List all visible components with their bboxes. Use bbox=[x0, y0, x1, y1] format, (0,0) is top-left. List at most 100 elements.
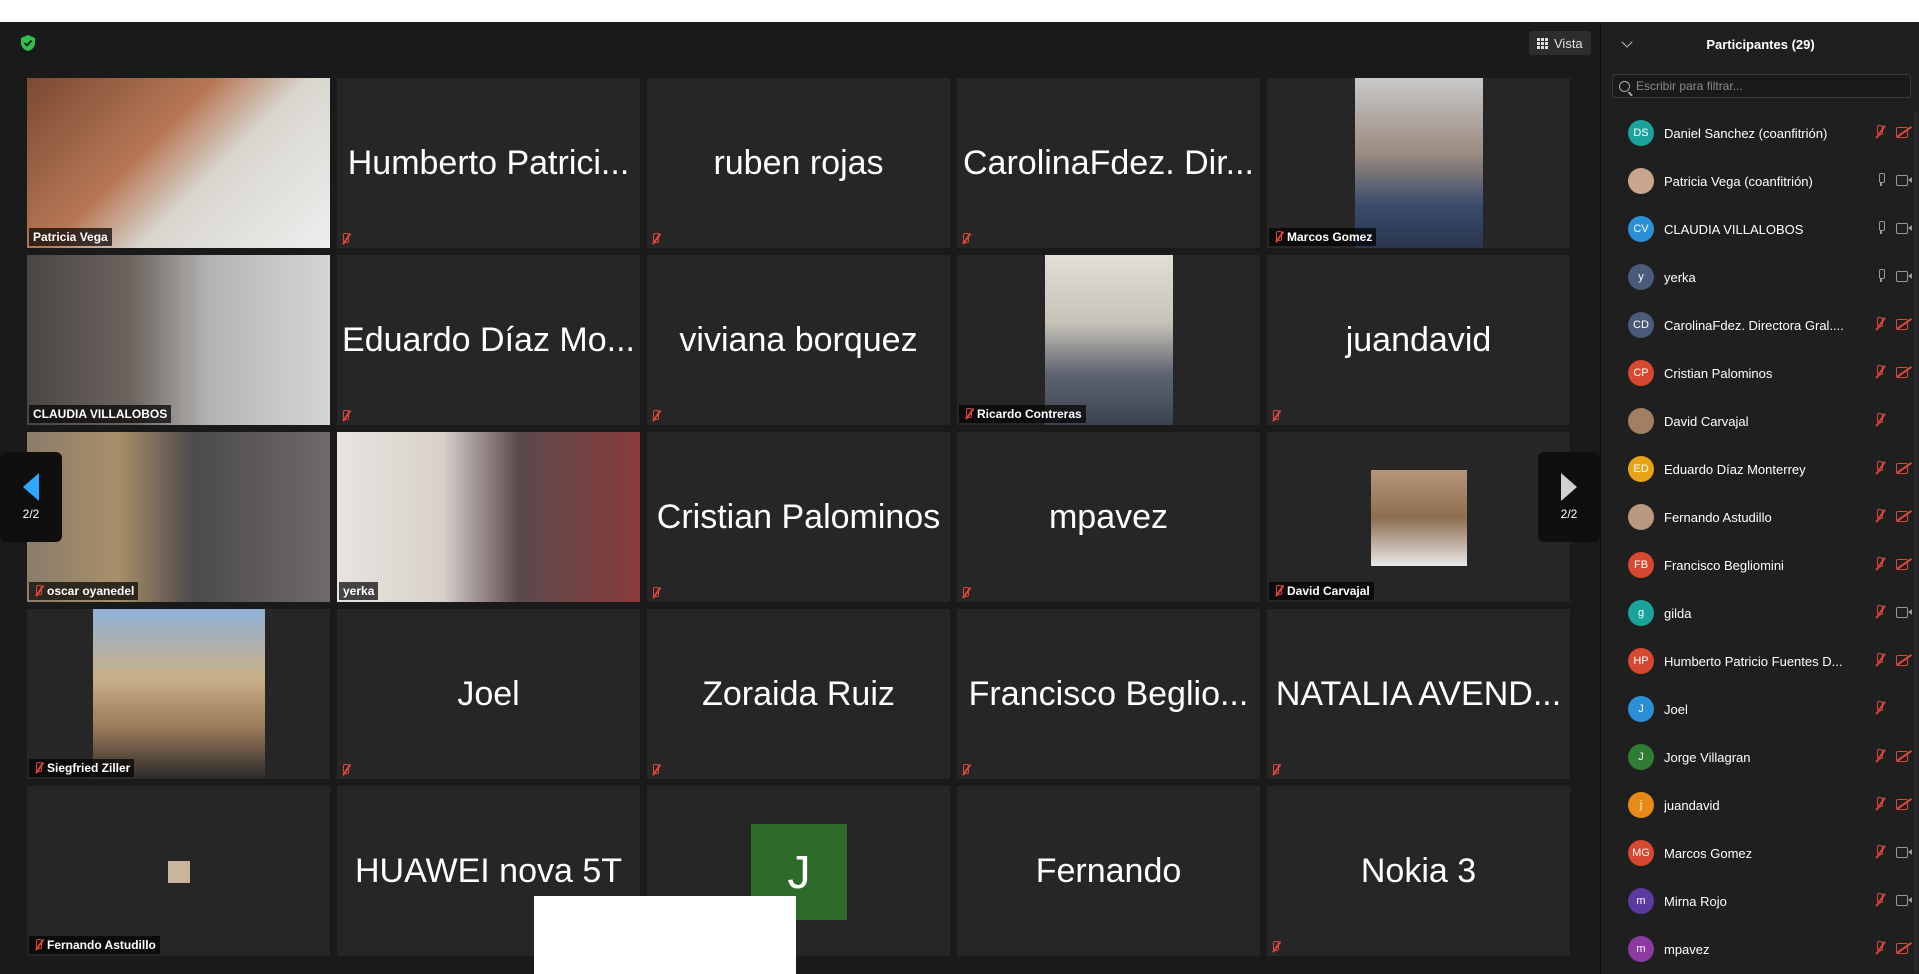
participant-tile[interactable]: David Carvajal bbox=[1267, 432, 1570, 602]
shield-icon[interactable] bbox=[20, 34, 36, 52]
participant-name: Fernando Astudillo bbox=[47, 938, 156, 952]
participant-tile[interactable]: Nokia 3 bbox=[1267, 786, 1570, 956]
participant-tile[interactable]: oscar oyanedel bbox=[27, 432, 330, 602]
participant-list-item[interactable]: y yerka bbox=[1601, 253, 1919, 301]
participant-list-item[interactable]: Fernando Astudillo bbox=[1601, 493, 1919, 541]
microphone-muted-icon bbox=[1874, 557, 1886, 570]
participant-tile[interactable]: viviana borquez bbox=[647, 255, 950, 425]
camera-off-icon bbox=[1896, 558, 1912, 570]
participant-list-item[interactable]: CD CarolinaFdez. Directora Gral.... bbox=[1601, 301, 1919, 349]
participant-list-item[interactable]: m mpavez bbox=[1601, 925, 1919, 973]
mic-muted-icon bbox=[1270, 941, 1280, 953]
participant-tile[interactable]: Joel bbox=[337, 609, 640, 779]
participant-tile[interactable]: Fernando Astudillo bbox=[27, 786, 330, 956]
video-gallery: Vista Patricia Vega Humberto Patrici... ru… bbox=[0, 22, 1600, 974]
participant-tile[interactable]: Siegfried Ziller bbox=[27, 609, 330, 779]
participant-display-name: Humberto Patrici... bbox=[347, 143, 630, 182]
participant-list-item[interactable]: g gilda bbox=[1601, 589, 1919, 637]
participant-tile[interactable]: Cristian Palominos bbox=[647, 432, 950, 602]
participant-avatar: CD bbox=[1628, 312, 1654, 338]
participant-tile[interactable]: Ricardo Contreras bbox=[957, 255, 1260, 425]
participant-list-item[interactable]: Patricia Vega (coanfitrión) bbox=[1601, 157, 1919, 205]
participant-tile[interactable]: Francisco Beglio... bbox=[957, 609, 1260, 779]
participant-tile[interactable]: Fernando bbox=[957, 786, 1260, 956]
mic-muted-icon bbox=[340, 764, 350, 776]
participant-list-item[interactable]: David Carvajal bbox=[1601, 397, 1919, 445]
participant-list-item[interactable]: CP Cristian Palominos bbox=[1601, 349, 1919, 397]
microphone-muted-icon bbox=[1874, 893, 1886, 906]
microphone-icon bbox=[1876, 173, 1886, 186]
previous-page-button[interactable]: 2/2 bbox=[0, 452, 62, 542]
participant-tile[interactable]: juandavid bbox=[1267, 255, 1570, 425]
participant-list-item[interactable]: J Jorge Villagran bbox=[1601, 733, 1919, 781]
participants-panel: Participantes (29) DS Daniel Sanchez (coa… bbox=[1600, 22, 1919, 974]
participant-tile[interactable]: mpavez bbox=[957, 432, 1260, 602]
filter-field[interactable] bbox=[1612, 74, 1911, 98]
participant-name: Ricardo Contreras bbox=[977, 407, 1082, 421]
participant-video bbox=[1371, 470, 1467, 566]
participant-avatar: MG bbox=[1628, 840, 1654, 866]
participant-tile[interactable]: Patricia Vega bbox=[27, 78, 330, 248]
participant-tile[interactable]: CLAUDIA VILLALOBOS bbox=[27, 255, 330, 425]
participant-avatar: HP bbox=[1628, 648, 1654, 674]
camera-off-icon bbox=[1896, 318, 1912, 330]
participant-tile[interactable]: yerka bbox=[337, 432, 640, 602]
participant-tile[interactable]: NATALIA AVEND... bbox=[1267, 609, 1570, 779]
participant-name-label: Patricia Vega bbox=[29, 228, 112, 246]
camera-off-icon bbox=[1896, 510, 1912, 522]
participant-display-name: juandavid bbox=[1345, 320, 1492, 359]
participant-list-name: CLAUDIA VILLALOBOS bbox=[1664, 221, 1804, 237]
participant-list-name: Daniel Sanchez (coanfitrión) bbox=[1664, 125, 1828, 141]
participant-list-name: Joel bbox=[1664, 701, 1688, 717]
participant-video bbox=[27, 255, 330, 425]
participant-tile[interactable]: Humberto Patrici... bbox=[337, 78, 640, 248]
participant-list-item[interactable]: DS Daniel Sanchez (coanfitrión) bbox=[1601, 109, 1919, 157]
camera-icon bbox=[1896, 606, 1912, 618]
view-button-label: Vista bbox=[1554, 35, 1583, 51]
view-button[interactable]: Vista bbox=[1529, 31, 1591, 55]
camera-off-icon bbox=[1896, 462, 1912, 474]
mic-muted-icon bbox=[960, 764, 970, 776]
mic-muted-icon bbox=[340, 410, 350, 422]
mic-muted-icon bbox=[650, 233, 660, 245]
mic-muted-icon bbox=[1273, 231, 1283, 243]
participant-list-item[interactable]: m Mirna Rojo bbox=[1601, 877, 1919, 925]
participant-avatar: j bbox=[1628, 792, 1654, 818]
microphone-muted-icon bbox=[1874, 749, 1886, 762]
filter-input[interactable] bbox=[1636, 79, 1896, 93]
camera-icon bbox=[1896, 846, 1912, 858]
participant-list-item[interactable]: ED Eduardo Díaz Monterrey bbox=[1601, 445, 1919, 493]
participant-display-name: ruben rojas bbox=[713, 143, 884, 182]
next-page-button[interactable]: 2/2 bbox=[1538, 452, 1600, 542]
page-indicator-right: 2/2 bbox=[1560, 507, 1578, 521]
participant-display-name: Cristian Palominos bbox=[656, 497, 941, 536]
camera-off-icon bbox=[1896, 126, 1912, 138]
participant-list-item[interactable]: MG Marcos Gomez bbox=[1601, 829, 1919, 877]
participant-name: David Carvajal bbox=[1287, 584, 1370, 598]
participant-list-item[interactable]: CV CLAUDIA VILLALOBOS bbox=[1601, 205, 1919, 253]
participant-tile[interactable]: CarolinaFdez. Dir... bbox=[957, 78, 1260, 248]
participant-list-item[interactable]: J Joel bbox=[1601, 685, 1919, 733]
participant-list-name: gilda bbox=[1664, 605, 1692, 621]
participant-video bbox=[93, 609, 265, 779]
participant-avatar bbox=[1628, 408, 1654, 434]
microphone-muted-icon bbox=[1874, 509, 1886, 522]
participant-tile[interactable]: Marcos Gomez bbox=[1267, 78, 1570, 248]
mic-muted-icon bbox=[650, 587, 660, 599]
participant-tile[interactable]: Eduardo Díaz Mo... bbox=[337, 255, 640, 425]
scrollbar[interactable] bbox=[1914, 112, 1918, 972]
participant-name: yerka bbox=[343, 584, 375, 598]
participant-name: CLAUDIA VILLALOBOS bbox=[33, 407, 168, 421]
participant-list-name: Eduardo Díaz Monterrey bbox=[1664, 461, 1806, 477]
participant-tile[interactable]: Zoraida Ruiz bbox=[647, 609, 950, 779]
participant-tile[interactable]: ruben rojas bbox=[647, 78, 950, 248]
participant-list-item[interactable]: j juandavid bbox=[1601, 781, 1919, 829]
camera-off-icon bbox=[1896, 654, 1912, 666]
participant-avatar: J bbox=[1628, 744, 1654, 770]
mic-muted-icon bbox=[960, 587, 970, 599]
participant-list-name: Mirna Rojo bbox=[1664, 893, 1727, 909]
microphone-muted-icon bbox=[1874, 653, 1886, 666]
camera-off-icon bbox=[1896, 366, 1912, 378]
participant-list-item[interactable]: HP Humberto Patricio Fuentes D... bbox=[1601, 637, 1919, 685]
participant-list-item[interactable]: FB Francisco Begliomini bbox=[1601, 541, 1919, 589]
